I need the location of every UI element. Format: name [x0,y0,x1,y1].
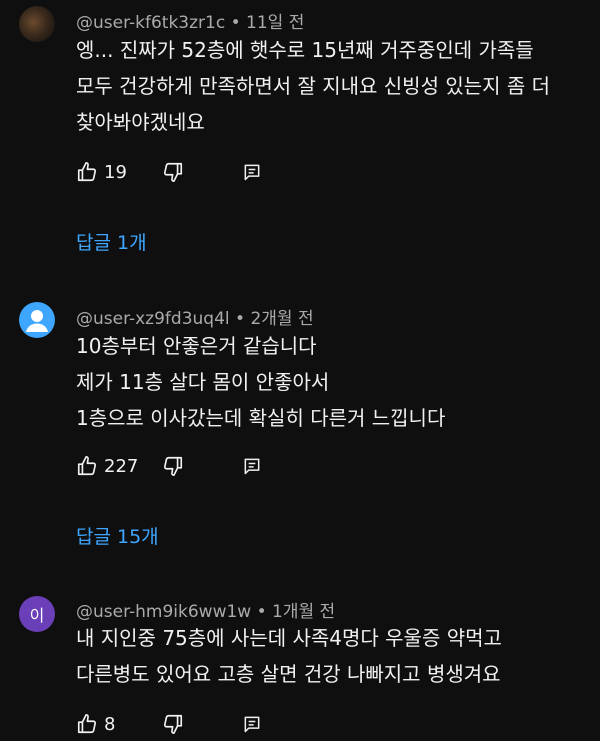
like-count: 227 [104,455,139,477]
reply-icon [242,162,262,182]
avatar-letter: 이 [29,606,45,625]
separator-dot: • [235,309,246,329]
dislike-button[interactable] [162,713,184,735]
view-replies-link[interactable]: 답글 1개 [76,228,147,255]
reply-button[interactable] [242,456,262,476]
comment-actions: 19 [76,157,260,187]
comment-text: 10층부터 안좋은거 같습니다 제가 11층 살다 몸이 안좋아서 1층으로 이… [76,334,446,430]
like-count: 19 [104,161,127,183]
author-name[interactable]: @user-kf6tk3zr1c [76,13,225,33]
reply-button[interactable] [242,714,262,734]
thumbs-down-icon [162,713,184,735]
separator-dot: • [230,13,241,33]
timestamp[interactable]: 11일 전 [246,13,304,33]
thumbs-up-icon [76,455,98,477]
comment-meta: @user-hm9ik6ww1w • 1개월 전 [76,597,335,622]
like-button[interactable]: 227 [76,455,138,477]
like-button[interactable]: 8 [76,713,115,735]
timestamp[interactable]: 1개월 전 [272,602,335,622]
comment-text: 엥... 진짜가 52층에 햇수로 15년째 거주중인데 가족들 모두 건강하게… [76,38,551,134]
comment-text: 내 지인중 75층에 사는데 사족4명다 우울증 약먹고 다른병도 있어요 고층… [76,626,502,686]
like-button[interactable]: 19 [76,161,127,183]
comment-meta: @user-kf6tk3zr1c • 11일 전 [76,8,304,33]
thumbs-up-icon [76,713,98,735]
author-name[interactable]: @user-hm9ik6ww1w [76,602,251,622]
comment-meta: @user-xz9fd3uq4l • 2개월 전 [76,304,314,329]
thumbs-down-icon [162,161,184,183]
avatar[interactable] [19,302,55,338]
like-count: 8 [104,713,116,735]
avatar[interactable] [19,6,55,42]
comment-actions: 227 [76,451,260,481]
timestamp[interactable]: 2개월 전 [250,309,313,329]
reply-icon [242,714,262,734]
reply-icon [242,456,262,476]
separator-dot: • [256,602,267,622]
dislike-button[interactable] [162,455,184,477]
author-name[interactable]: @user-xz9fd3uq4l [76,309,230,329]
thumbs-up-icon [76,161,98,183]
view-replies-link[interactable]: 답글 15개 [76,522,159,549]
comment-actions: 8 [76,709,260,739]
reply-button[interactable] [242,162,262,182]
avatar[interactable]: 이 [19,596,55,632]
thumbs-down-icon [162,455,184,477]
dislike-button[interactable] [162,161,184,183]
default-avatar-icon [19,302,55,338]
